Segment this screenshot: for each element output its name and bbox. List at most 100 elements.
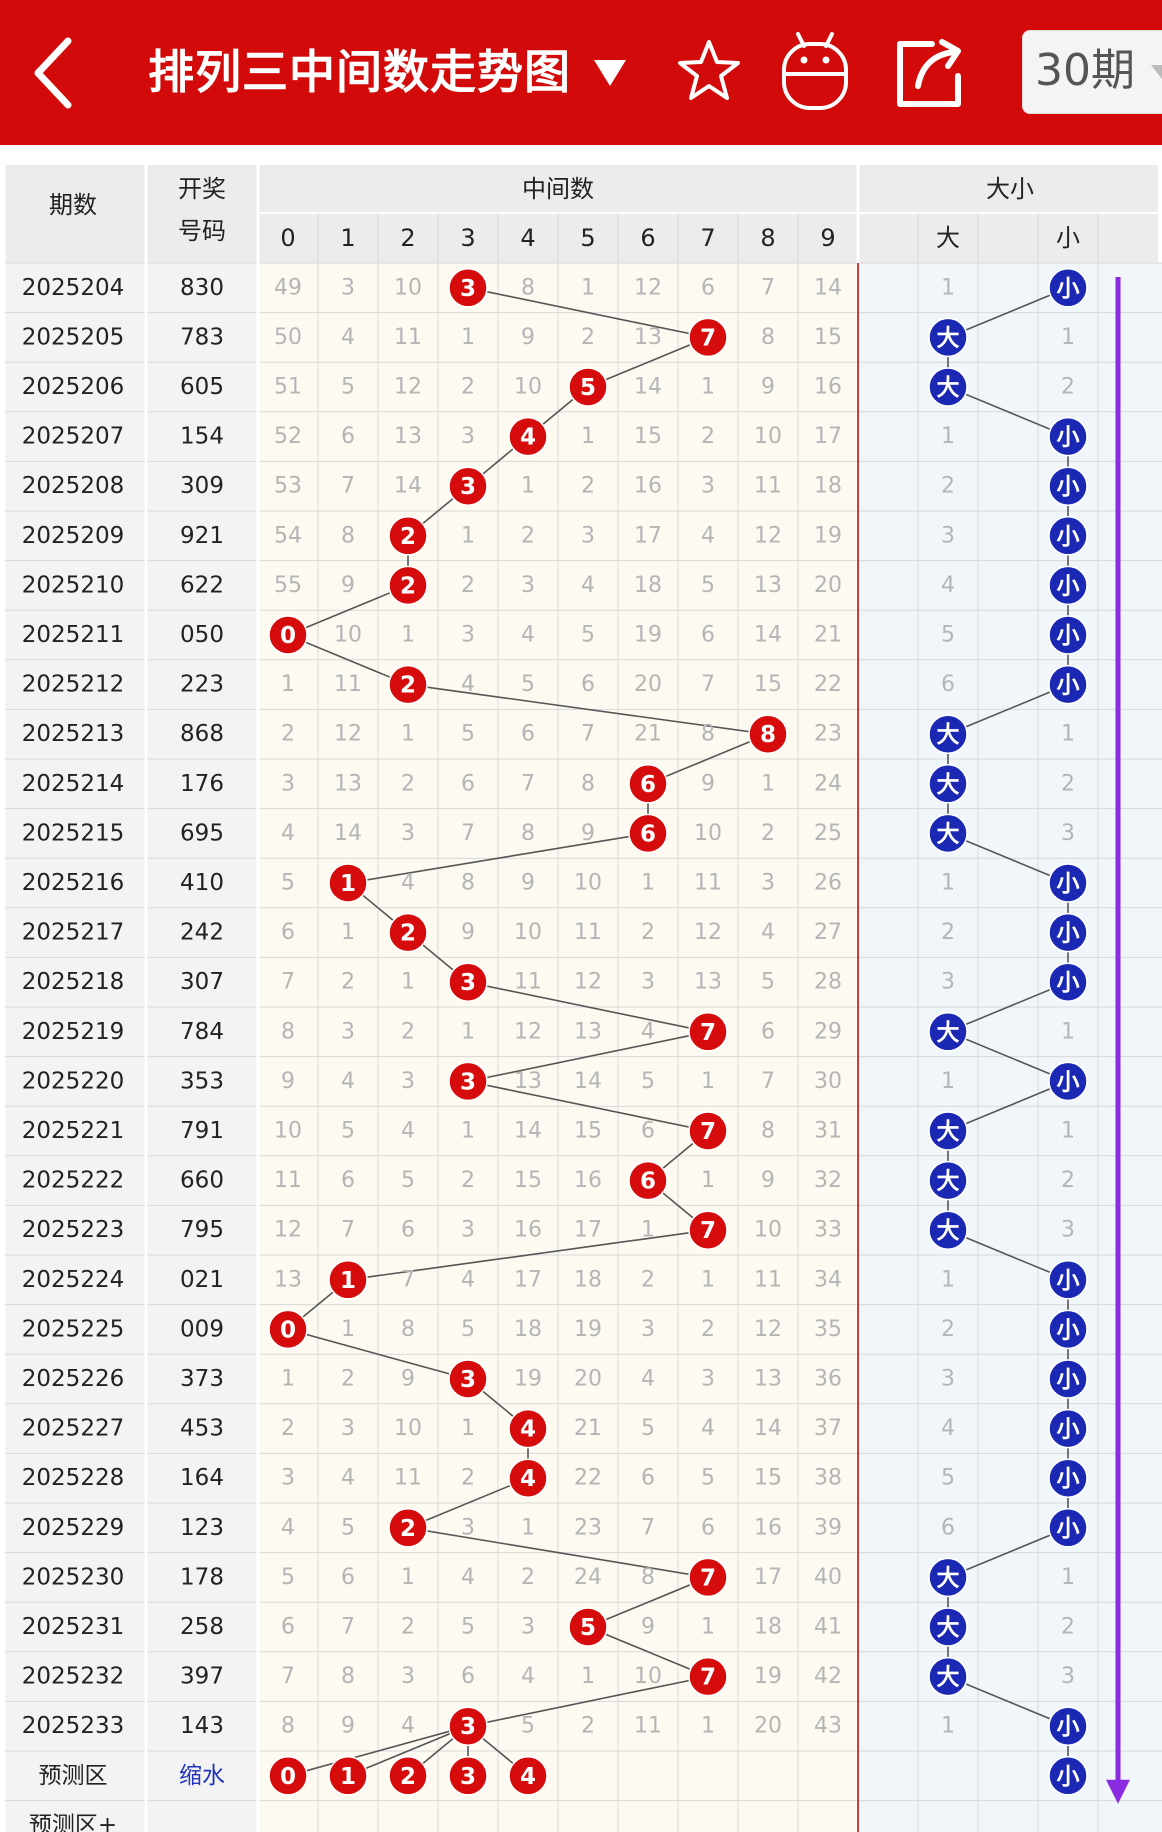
miss-count: 1	[701, 1168, 715, 1193]
miss-count: 37	[814, 1416, 842, 1441]
android-icon[interactable]	[780, 30, 850, 112]
header-number-top: 开奖	[178, 175, 226, 203]
miss-count: 26	[814, 871, 842, 896]
number-cell: 373	[180, 1366, 224, 1392]
predict-ball[interactable]: 1	[328, 1756, 368, 1796]
number-cell: 307	[180, 969, 224, 995]
predict-ball[interactable]: 3	[448, 1756, 488, 1796]
miss-count: 15	[754, 1466, 782, 1491]
miss-count: 1	[521, 474, 535, 499]
miss-count: 10	[634, 1664, 662, 1689]
miss-count: 4	[461, 672, 475, 697]
period-cell: 2025232	[22, 1664, 124, 1690]
miss-count: 5	[341, 1119, 355, 1144]
size-ball: 小	[1048, 268, 1088, 308]
miss-count: 3	[461, 1218, 475, 1243]
miss-count: 1	[461, 523, 475, 548]
predict-ball[interactable]: 0	[268, 1756, 308, 1796]
miss-count: 7	[341, 1615, 355, 1640]
period-cell: 2025228	[22, 1465, 124, 1491]
middle-number-ball: 1	[328, 1260, 368, 1300]
size-miss-count: 3	[1061, 1218, 1075, 1243]
miss-count: 12	[274, 1218, 302, 1243]
miss-count: 11	[754, 1267, 782, 1292]
miss-count: 18	[514, 1317, 542, 1342]
miss-count: 9	[341, 573, 355, 598]
svg-text:7: 7	[700, 1565, 716, 1591]
miss-count: 9	[461, 920, 475, 945]
size-ball: 小	[1048, 1458, 1088, 1498]
miss-count: 9	[761, 1168, 775, 1193]
miss-count: 4	[341, 1466, 355, 1491]
miss-count: 19	[814, 523, 842, 548]
middle-number-ball: 8	[748, 714, 788, 754]
miss-count: 22	[814, 672, 842, 697]
size-miss-count: 2	[1061, 1168, 1075, 1193]
svg-text:2: 2	[400, 1764, 416, 1790]
predict-ball[interactable]: 4	[508, 1756, 548, 1796]
size-ball: 大	[928, 1160, 968, 1201]
star-icon[interactable]	[676, 38, 742, 104]
miss-count: 1	[401, 970, 415, 995]
miss-count: 14	[634, 375, 662, 400]
miss-count: 33	[814, 1218, 842, 1243]
size-ball: 大	[928, 1557, 968, 1598]
miss-count: 5	[341, 375, 355, 400]
svg-text:大: 大	[937, 1169, 960, 1195]
page-title[interactable]: 排列三中间数走势图	[148, 40, 571, 104]
miss-count: 7	[281, 1664, 295, 1689]
svg-text:大: 大	[937, 1615, 960, 1641]
miss-count: 7	[461, 821, 475, 846]
back-icon[interactable]	[30, 35, 76, 111]
miss-count: 39	[814, 1515, 842, 1540]
miss-count: 9	[521, 325, 535, 350]
header-size-2: 小	[1056, 224, 1080, 252]
header-period: 期数	[49, 191, 97, 219]
middle-number-ball: 2	[388, 912, 428, 953]
miss-count: 9	[641, 1615, 655, 1640]
svg-text:大: 大	[937, 1665, 960, 1691]
miss-count: 1	[281, 672, 295, 697]
middle-number-ball: 7	[688, 1210, 728, 1250]
shrink-link[interactable]: 缩水	[179, 1763, 225, 1789]
predict-ball[interactable]: 2	[388, 1756, 428, 1796]
miss-count: 2	[461, 1168, 475, 1193]
dropdown-caret-icon[interactable]	[590, 52, 630, 92]
miss-count: 19	[754, 1664, 782, 1689]
share-icon[interactable]	[892, 36, 968, 110]
miss-count: 5	[641, 1069, 655, 1094]
header-digit-4: 4	[520, 224, 535, 252]
miss-count: 20	[634, 672, 662, 697]
period-cell: 2025212	[22, 672, 124, 698]
miss-count: 3	[401, 1069, 415, 1094]
miss-count: 5	[461, 1317, 475, 1342]
miss-count: 9	[521, 871, 535, 896]
miss-count: 9	[341, 1714, 355, 1739]
period-cell: 2025216	[22, 870, 124, 896]
svg-text:小: 小	[1057, 573, 1080, 599]
size-miss-count: 5	[941, 623, 955, 648]
miss-count: 23	[814, 722, 842, 747]
miss-count: 8	[521, 275, 535, 300]
period-cell: 2025205	[22, 324, 124, 350]
middle-number-ball: 7	[688, 1557, 728, 1598]
middle-number-ball: 4	[508, 1458, 548, 1498]
size-ball: 小	[1048, 962, 1088, 1002]
number-cell: 410	[180, 870, 224, 896]
period-cell: 2025229	[22, 1515, 124, 1541]
miss-count: 2	[461, 375, 475, 400]
size-ball: 小	[1048, 416, 1088, 457]
miss-count: 8	[761, 325, 775, 350]
size-miss-count: 1	[1061, 325, 1075, 350]
miss-count: 14	[814, 275, 842, 300]
svg-text:小: 小	[1057, 921, 1080, 947]
miss-count: 6	[281, 1615, 295, 1640]
period-select[interactable]: 30期	[1022, 30, 1162, 114]
miss-count: 15	[634, 424, 662, 449]
number-cell: 921	[180, 523, 224, 549]
middle-number-ball: 3	[448, 962, 488, 1002]
size-ball: 小	[1048, 1706, 1088, 1746]
svg-text:0: 0	[280, 1317, 296, 1343]
svg-text:小: 小	[1057, 871, 1080, 897]
miss-count: 12	[754, 523, 782, 548]
